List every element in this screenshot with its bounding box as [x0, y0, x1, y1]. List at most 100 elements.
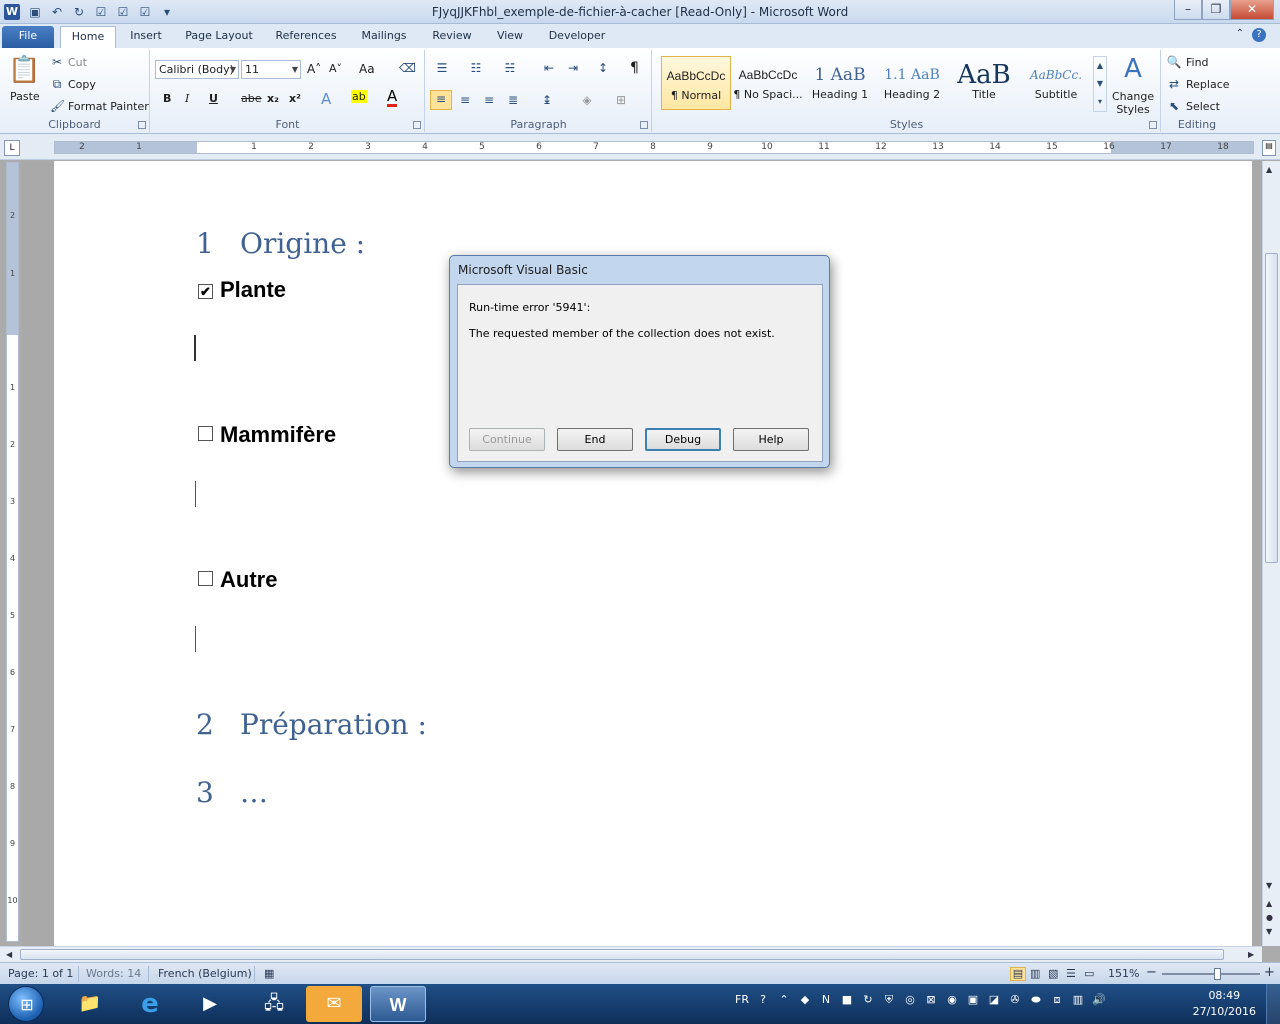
copy-icon[interactable]: ⧉ — [50, 76, 64, 92]
tab-insert[interactable]: Insert — [124, 26, 168, 48]
tab-selector-icon[interactable]: L — [4, 140, 20, 156]
align-right-icon[interactable]: ≡ — [480, 92, 498, 108]
tray-app-icon[interactable]: ◆ — [797, 992, 813, 1008]
tab-view[interactable]: View — [490, 26, 530, 48]
tab-developer[interactable]: Developer — [542, 26, 612, 48]
close-button[interactable]: ✕ — [1230, 0, 1274, 20]
zoom-level[interactable]: 151% — [1108, 967, 1139, 980]
tab-mailings[interactable]: Mailings — [354, 26, 414, 48]
find-icon[interactable]: 🔍 — [1166, 54, 1182, 70]
borders-icon[interactable]: ⊞ — [610, 92, 632, 108]
checkbox-unchecked-icon[interactable] — [198, 571, 213, 586]
outlook-taskbar-icon[interactable]: ✉ — [306, 986, 362, 1022]
shrink-font-button[interactable]: A˅ — [329, 62, 342, 75]
numbering-icon[interactable]: ☷ — [466, 60, 486, 76]
cut-icon[interactable]: ✂ — [50, 54, 64, 70]
styles-scroll-icon[interactable]: ▲ ▼ ▾ — [1093, 56, 1107, 112]
show-hidden-icons[interactable]: ⌃ — [776, 992, 792, 1008]
vertical-ruler[interactable]: 2 1 1 2 3 4 5 6 7 8 9 10 — [6, 162, 19, 942]
paragraph-launcher-icon[interactable] — [640, 121, 648, 129]
tray-app-icon[interactable]: ◎ — [902, 992, 918, 1008]
line-spacing-icon[interactable]: ↨ — [536, 92, 558, 108]
explorer-taskbar-icon[interactable]: 📁 — [62, 986, 118, 1022]
style-title[interactable]: AaB Title — [949, 56, 1019, 110]
minimize-ribbon-icon[interactable]: ⌃ — [1236, 28, 1244, 39]
align-center-icon[interactable]: ≡ — [456, 92, 474, 108]
volume-icon[interactable]: 🔊 — [1091, 992, 1107, 1008]
format-painter-button[interactable]: Format Painter — [68, 100, 149, 113]
horizontal-ruler[interactable]: 2 1 1 2 3 4 5 6 7 8 9 10 11 12 13 14 15 … — [54, 141, 1254, 154]
heading-ellipsis[interactable]: 3… — [196, 776, 268, 809]
change-styles-button[interactable]: Change Styles — [1112, 90, 1154, 116]
onenote-tray-icon[interactable]: N — [818, 992, 834, 1008]
text-effects-button[interactable]: A — [321, 90, 331, 108]
checkbox-unchecked-icon[interactable] — [198, 426, 213, 441]
page-count[interactable]: Page: 1 of 1 — [8, 967, 73, 980]
paste-icon[interactable]: 📋 — [8, 54, 40, 86]
multilevel-list-icon[interactable]: ☵ — [500, 60, 520, 76]
format-painter-icon[interactable]: 🖌 — [50, 98, 65, 114]
tray-app-icon[interactable]: ■ — [839, 992, 855, 1008]
select-icon[interactable]: ⬉ — [1166, 98, 1182, 114]
show-formatting-button[interactable]: ¶ — [630, 60, 639, 76]
scroll-up-icon[interactable]: ▲ — [1266, 165, 1272, 174]
horizontal-scrollbar[interactable]: ◀ ▶ — [0, 946, 1262, 962]
clipboard-launcher-icon[interactable] — [138, 121, 146, 129]
style-no-spacing[interactable]: AaBbCcDc ¶ No Spaci... — [733, 56, 803, 110]
security-tray-icon[interactable]: ⛨ — [881, 992, 897, 1008]
end-button[interactable]: End — [557, 428, 633, 451]
horizontal-scroll-thumb[interactable] — [20, 949, 1224, 960]
minimize-button[interactable]: – — [1174, 0, 1202, 20]
select-button[interactable]: Select — [1186, 100, 1220, 113]
view-ruler-icon[interactable]: ▤ — [1262, 140, 1276, 156]
change-case-button[interactable]: Aa — [359, 62, 375, 76]
language-indicator[interactable]: FR — [734, 992, 750, 1008]
show-desktop-button[interactable] — [1266, 984, 1280, 1024]
help-tray-icon[interactable]: ? — [755, 992, 771, 1008]
sort-icon[interactable]: ↕ — [594, 60, 612, 76]
tab-review[interactable]: Review — [426, 26, 478, 48]
font-size-combo[interactable]: 11 ▼ — [241, 60, 301, 79]
tray-app-icon[interactable]: ◪ — [986, 992, 1002, 1008]
subscript-button[interactable]: x₂ — [267, 92, 279, 105]
tab-file[interactable]: File — [2, 26, 54, 48]
tray-app-icon[interactable]: ⧈ — [1049, 992, 1065, 1008]
justify-icon[interactable]: ≣ — [504, 92, 522, 108]
checkbox-autre[interactable]: Autre — [198, 567, 277, 593]
copy-button[interactable]: Copy — [68, 78, 96, 91]
scroll-down-icon[interactable]: ▼ — [1266, 881, 1272, 890]
scroll-right-icon[interactable]: ▶ — [1248, 950, 1254, 959]
full-screen-reading-icon[interactable]: ▥ — [1030, 967, 1040, 980]
tray-app-icon[interactable]: ▣ — [965, 992, 981, 1008]
grow-font-button[interactable]: A˄ — [307, 62, 321, 76]
media-player-taskbar-icon[interactable]: ▶ — [182, 986, 238, 1022]
font-launcher-icon[interactable] — [413, 121, 421, 129]
sync-tray-icon[interactable]: ↻ — [860, 992, 876, 1008]
maximize-button[interactable]: ❐ — [1202, 0, 1230, 20]
checkbox-plante[interactable]: ✔ Plante — [198, 277, 286, 303]
heading-origine[interactable]: 1 Origine : — [196, 227, 365, 260]
help-button[interactable]: Help — [733, 428, 809, 451]
previous-page-icon[interactable]: ▲ — [1266, 899, 1272, 908]
language-status[interactable]: French (Belgium) — [158, 967, 252, 980]
scroll-left-icon[interactable]: ◀ — [6, 950, 12, 959]
word-count[interactable]: Words: 14 — [86, 967, 141, 980]
replace-icon[interactable]: ⇄ — [1166, 76, 1182, 92]
bold-button[interactable]: B — [163, 92, 171, 105]
styles-launcher-icon[interactable] — [1149, 121, 1157, 129]
continue-button[interactable]: Continue — [469, 428, 545, 451]
network-tray-icon[interactable]: ▥ — [1070, 992, 1086, 1008]
clock[interactable]: 08:49 27/10/2016 — [1193, 988, 1256, 1020]
tray-app-icon[interactable]: ⬬ — [1028, 992, 1044, 1008]
tab-home[interactable]: Home — [60, 26, 116, 48]
cut-button[interactable]: Cut — [68, 56, 87, 69]
tray-app-icon[interactable]: ⊠ — [923, 992, 939, 1008]
zoom-out-button[interactable]: − — [1146, 965, 1157, 980]
style-subtitle[interactable]: AaBbCc. Subtitle — [1021, 56, 1091, 110]
italic-button[interactable]: I — [185, 92, 189, 105]
heading-preparation[interactable]: 2 Préparation : — [196, 708, 427, 741]
tray-app-icon[interactable]: ◉ — [944, 992, 960, 1008]
vertical-scrollbar[interactable]: ▲ ▼ ▲ ● ▼ — [1262, 161, 1280, 946]
underline-button[interactable]: U — [209, 92, 218, 105]
style-heading-1[interactable]: 1 AaB Heading 1 — [805, 56, 875, 110]
